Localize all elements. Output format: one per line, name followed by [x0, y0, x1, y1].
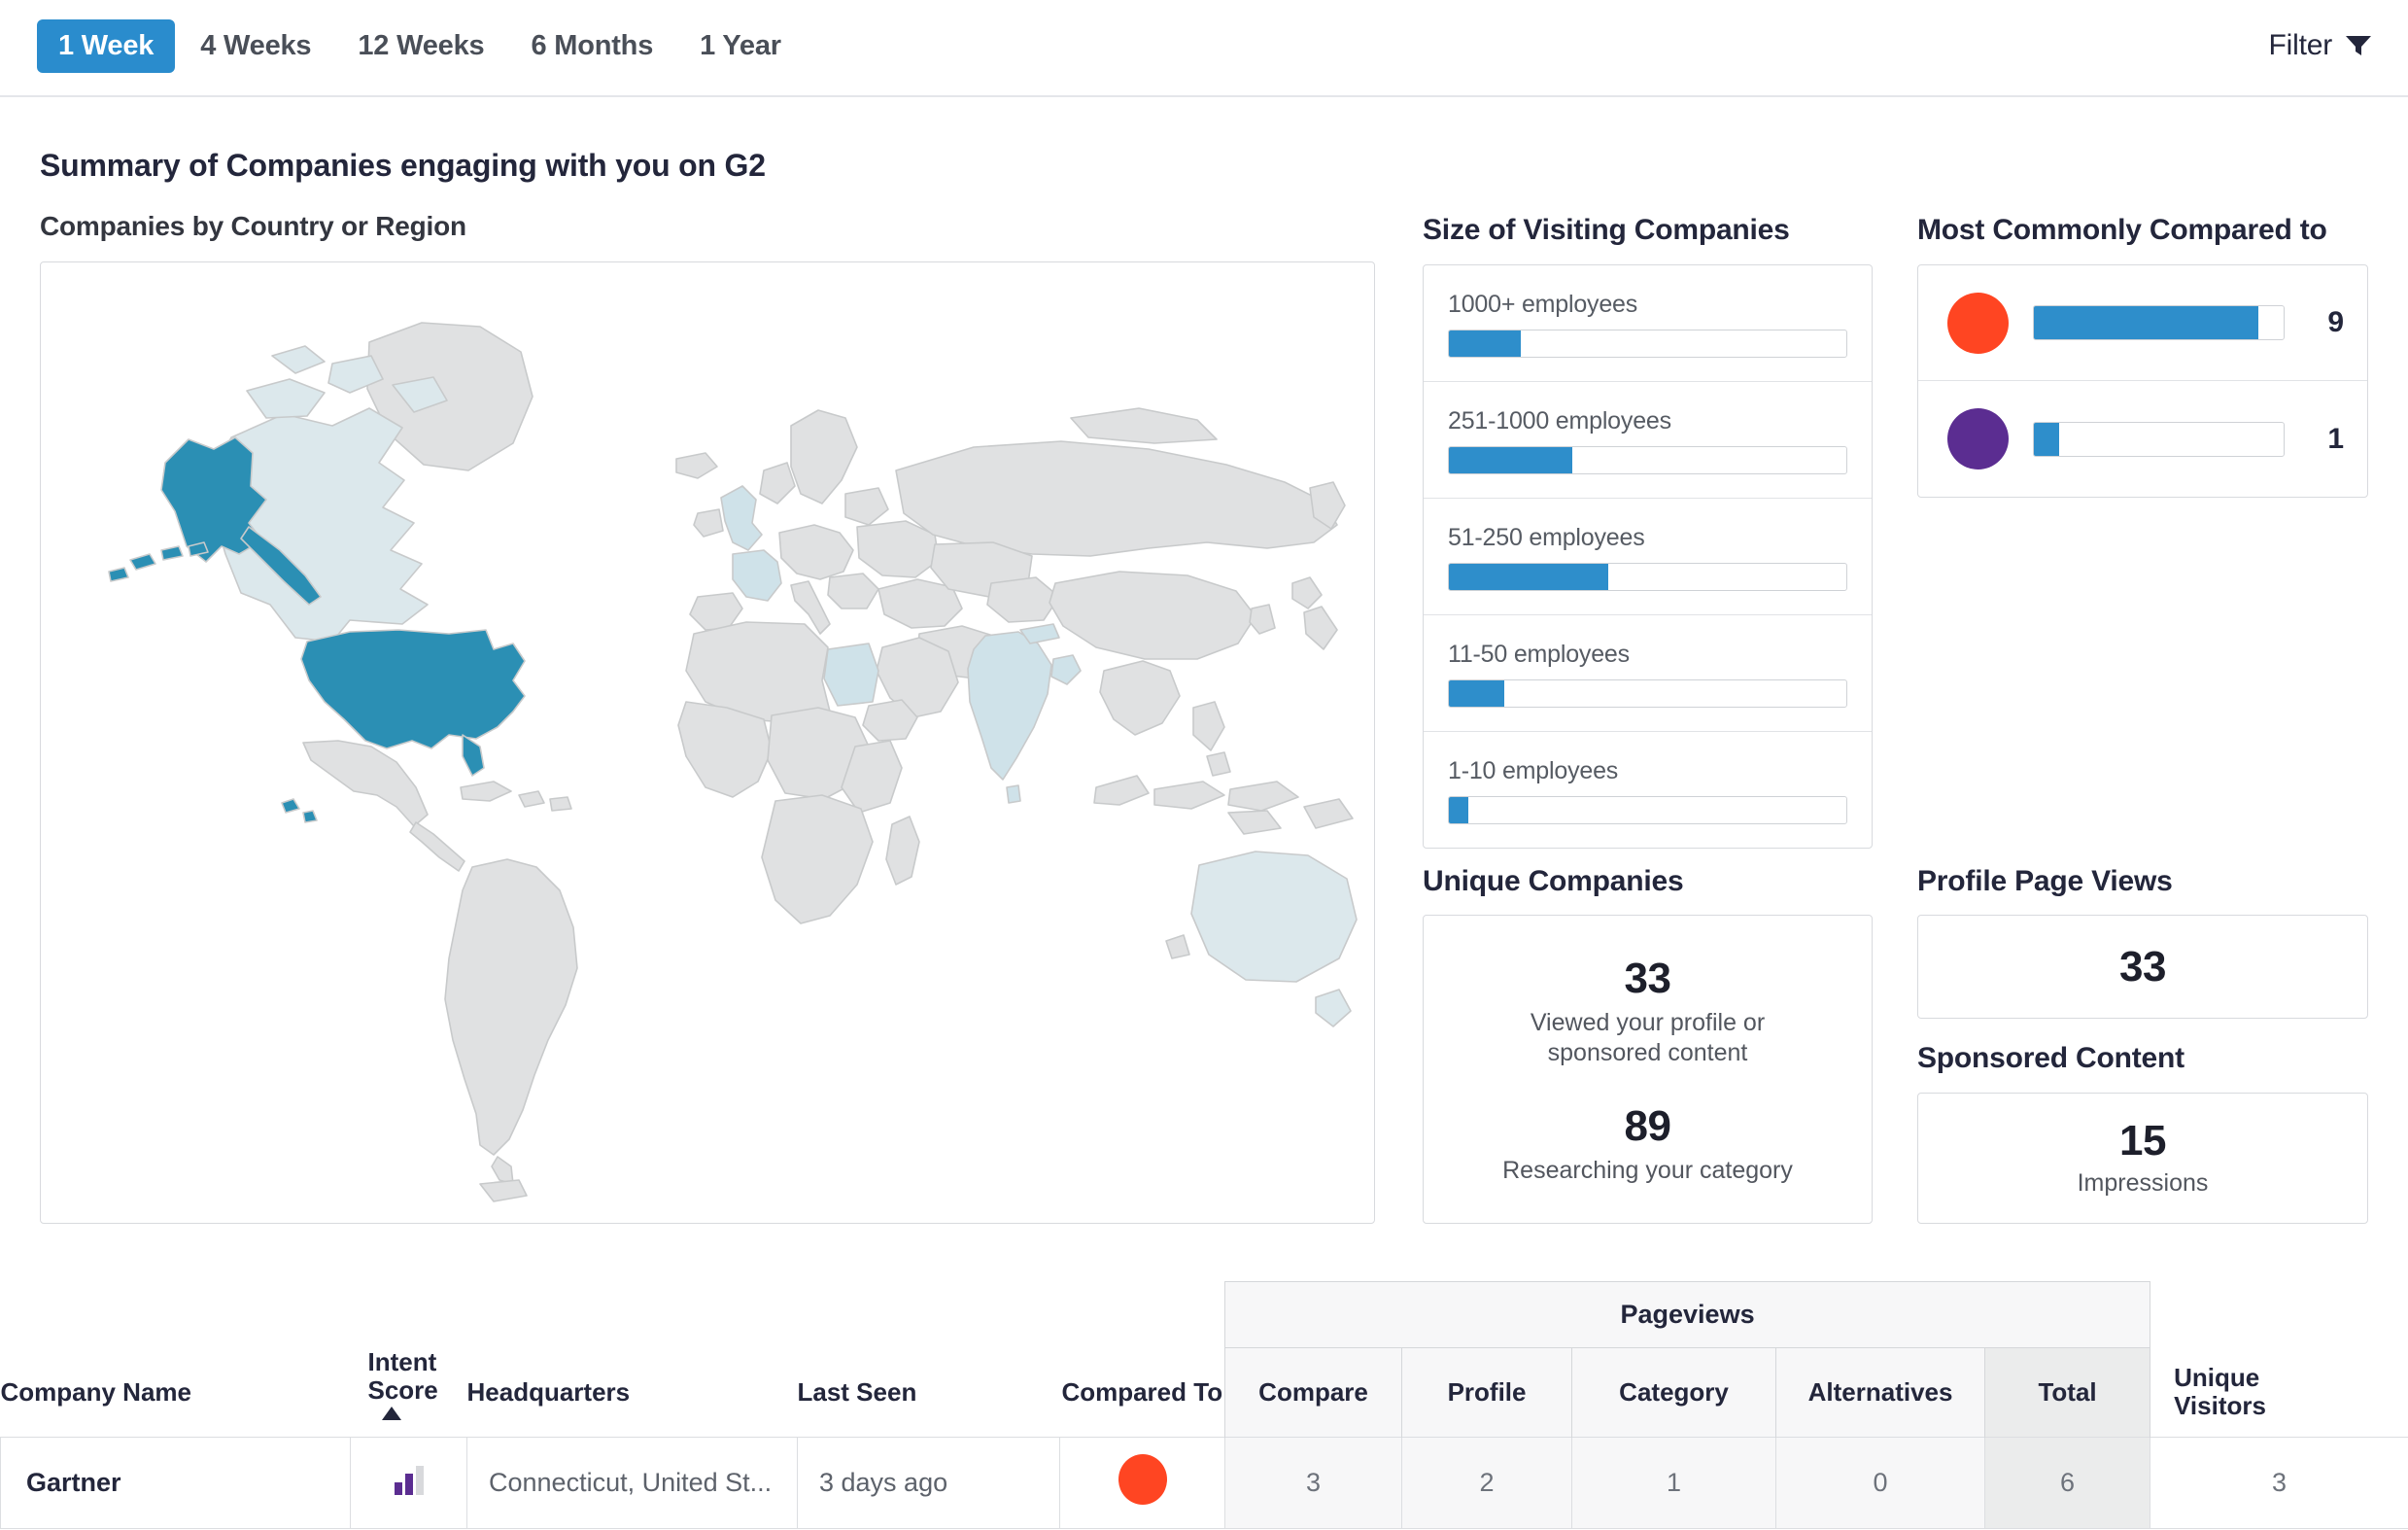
size-row-track: [1448, 796, 1847, 824]
cell-profile: 2: [1401, 1437, 1573, 1530]
size-row-track: [1448, 446, 1847, 474]
map-section-title: Companies by Country or Region: [40, 211, 466, 241]
size-row-label: 11-50 employees: [1448, 641, 1630, 668]
size-row[interactable]: 51-250 employees: [1424, 499, 1872, 615]
col-category[interactable]: Category: [1571, 1347, 1777, 1438]
profile-page-views-title: Profile Page Views: [1917, 865, 2173, 897]
group-header-spacer-right: [2150, 1281, 2408, 1348]
col-intent-score[interactable]: Intent Score: [351, 1346, 467, 1438]
top-toolbar: 1 Week 4 Weeks 12 Weeks 6 Months 1 Year …: [0, 0, 2408, 97]
col-unique-visitors-label: Unique Visitors: [2174, 1362, 2266, 1421]
cell-last-seen: 3 days ago: [797, 1437, 1060, 1530]
time-range-tabs: 1 Week 4 Weeks 12 Weeks 6 Months 1 Year: [37, 19, 803, 73]
tab-1-year[interactable]: 1 Year: [678, 19, 803, 73]
funnel-icon: [2346, 36, 2371, 55]
col-intent-score-label: Intent Score: [367, 1346, 438, 1406]
page-title: Summary of Companies engaging with you o…: [40, 148, 766, 183]
cell-alternatives: 0: [1775, 1437, 1986, 1530]
col-total[interactable]: Total: [1984, 1347, 2151, 1438]
metric-label: Impressions: [2077, 1169, 2209, 1197]
size-of-visiting-companies-card: 1000+ employees 251-1000 employees 51-25…: [1423, 264, 1873, 849]
size-row-label: 251-1000 employees: [1448, 407, 1671, 435]
tab-4-weeks[interactable]: 4 Weeks: [179, 19, 332, 73]
sponsored-content-title: Sponsored Content: [1917, 1042, 2184, 1074]
world-map[interactable]: [41, 262, 1375, 1224]
group-header-pageviews: Pageviews: [1224, 1281, 2151, 1348]
col-company-name[interactable]: Company Name: [1, 1348, 351, 1438]
group-header-spacer: [0, 1281, 1225, 1348]
compared-panel-title: Most Commonly Compared to: [1917, 214, 2327, 246]
unique-companies-metric: 33 Viewed your profile or sponsored cont…: [1424, 955, 1872, 1069]
size-row-fill: [1449, 564, 1608, 590]
size-row[interactable]: 1000+ employees: [1424, 265, 1872, 382]
metric-label: Researching your category: [1502, 1156, 1793, 1184]
caret-up-icon[interactable]: [381, 1406, 402, 1421]
compared-row[interactable]: 1: [1918, 381, 2367, 497]
size-row[interactable]: 251-1000 employees: [1424, 382, 1872, 499]
compared-row-fill: [2034, 422, 2059, 456]
tab-12-weeks[interactable]: 12 Weeks: [336, 19, 505, 73]
company-avatar-icon: [1947, 292, 2009, 354]
profile-page-views-card: 33: [1917, 915, 2368, 1019]
table-header-row: Company Name Intent Score Headquarters La…: [1, 1346, 2408, 1438]
size-row-track: [1448, 563, 1847, 591]
size-row-label: 1000+ employees: [1448, 291, 1638, 318]
size-row-fill: [1449, 797, 1469, 823]
table-row[interactable]: Gartner Connecticut, United St... 3 days…: [0, 1437, 2408, 1530]
col-last-seen[interactable]: Last Seen: [798, 1348, 1060, 1438]
cell-compare: 3: [1224, 1437, 1403, 1530]
col-headquarters[interactable]: Headquarters: [467, 1348, 798, 1438]
unique-companies-title: Unique Companies: [1423, 865, 1684, 897]
cell-headquarters: Connecticut, United St...: [466, 1437, 798, 1530]
filter-label: Filter: [2268, 29, 2333, 61]
metric-value: 33: [2119, 942, 2166, 991]
unique-companies-metric: 89 Researching your category: [1424, 1102, 1872, 1186]
cell-total: 6: [1984, 1437, 2151, 1530]
metric-label: Viewed your profile or sponsored content: [1530, 1009, 1766, 1067]
metric-value: 33: [1624, 955, 1671, 1002]
col-unique-visitors[interactable]: Unique Visitors: [2150, 1348, 2408, 1438]
company-avatar-icon: [1118, 1454, 1167, 1506]
cell-intent-score: [350, 1437, 467, 1530]
most-commonly-compared-to-card: 9 1: [1917, 264, 2368, 498]
size-row-track: [1448, 679, 1847, 708]
col-compared-to[interactable]: Compared To: [1060, 1348, 1225, 1438]
compared-row[interactable]: 9: [1918, 265, 2367, 381]
size-row-track: [1448, 330, 1847, 358]
col-profile[interactable]: Profile: [1401, 1347, 1573, 1438]
cell-category: 1: [1571, 1437, 1777, 1530]
size-row-label: 1-10 employees: [1448, 757, 1619, 784]
unique-companies-card: 33 Viewed your profile or sponsored cont…: [1423, 915, 1873, 1224]
col-compare[interactable]: Compare: [1224, 1347, 1403, 1438]
bar-chart-icon: [394, 1466, 424, 1496]
size-panel-title: Size of Visiting Companies: [1423, 214, 1790, 246]
sponsored-content-card: 15 Impressions: [1917, 1093, 2368, 1224]
company-avatar-icon: [1947, 408, 2009, 469]
size-row-fill: [1449, 447, 1572, 473]
col-alternatives[interactable]: Alternatives: [1775, 1347, 1986, 1438]
cell-company-name[interactable]: Gartner: [0, 1437, 351, 1530]
tab-6-months[interactable]: 6 Months: [509, 19, 674, 73]
size-row[interactable]: 1-10 employees: [1424, 732, 1872, 849]
world-map-card[interactable]: 1 66: [40, 261, 1375, 1224]
size-row-label: 51-250 employees: [1448, 524, 1645, 551]
companies-table: Pageviews Company Name Intent Score Headq…: [0, 1281, 2408, 1530]
size-row[interactable]: 11-50 employees: [1424, 615, 1872, 732]
size-row-fill: [1449, 680, 1505, 707]
compared-row-track: [2033, 305, 2285, 340]
compared-row-fill: [2034, 306, 2259, 339]
compared-row-track: [2033, 421, 2285, 457]
cell-compared-to: [1058, 1437, 1226, 1530]
filter-button[interactable]: Filter: [2269, 29, 2371, 62]
cell-unique-visitors: 3: [2150, 1437, 2408, 1530]
tab-1-week[interactable]: 1 Week: [37, 19, 176, 73]
compared-row-value: 1: [2327, 422, 2344, 455]
size-row-fill: [1449, 330, 1521, 357]
compared-row-value: 9: [2327, 306, 2344, 338]
metric-value: 89: [1624, 1101, 1671, 1150]
table-group-header-row: Pageviews: [0, 1281, 2408, 1348]
metric-value: 15: [2119, 1117, 2166, 1165]
